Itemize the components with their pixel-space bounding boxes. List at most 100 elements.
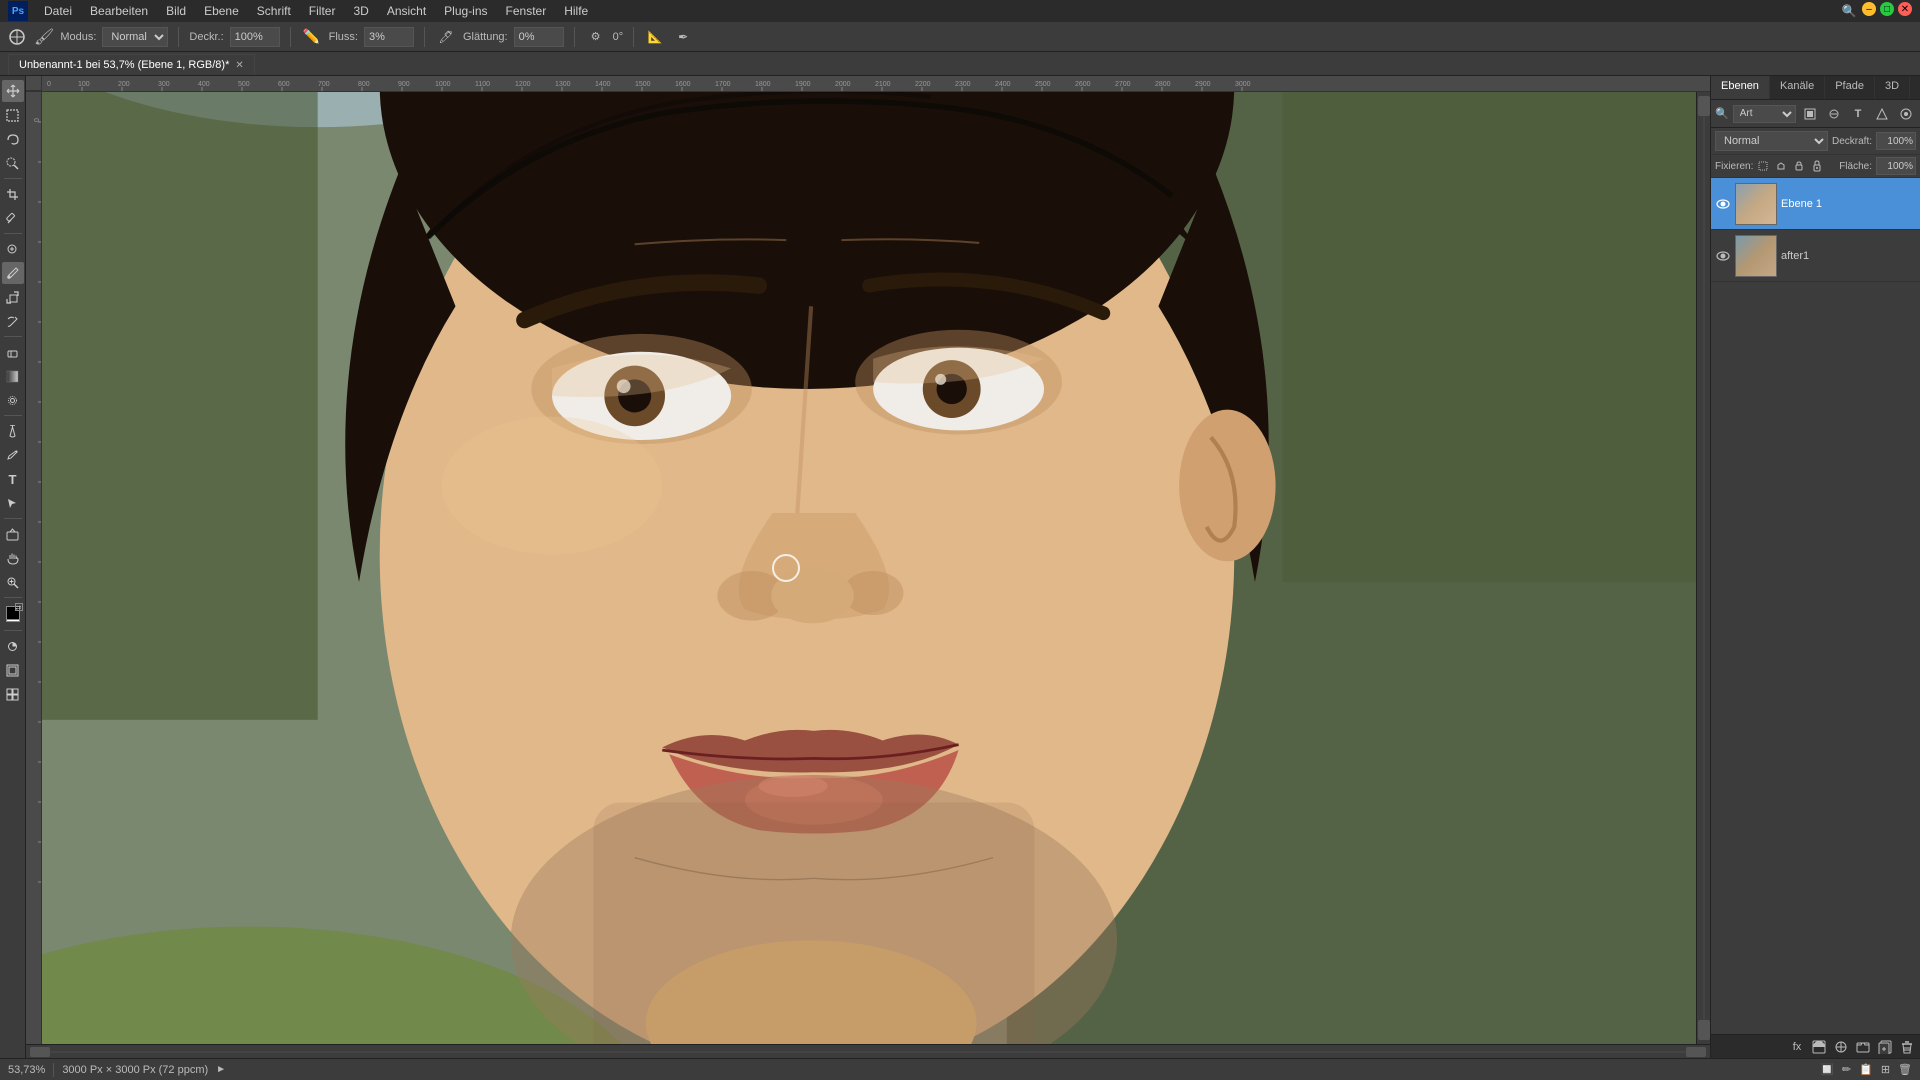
menu-item-ebene[interactable]: Ebene (196, 2, 247, 20)
svg-text:1200: 1200 (515, 81, 531, 88)
main-canvas[interactable] (42, 92, 1696, 1044)
mode-select[interactable]: Normal (102, 27, 168, 47)
text-tool[interactable]: T (2, 468, 24, 490)
fill-input[interactable] (1876, 157, 1916, 175)
filter-smart-icon[interactable] (1896, 104, 1916, 124)
horizontal-scrollbar[interactable] (26, 1044, 1710, 1058)
status-icon-2[interactable]: ✏ (1842, 1063, 1851, 1076)
layer-visibility-after1[interactable] (1715, 248, 1731, 264)
blur-tool[interactable] (2, 389, 24, 411)
layer-mask-button[interactable] (1810, 1038, 1828, 1056)
pressure-icon[interactable]: 📐 (644, 26, 666, 48)
menu-item-fenster[interactable]: Fenster (498, 2, 555, 20)
layers-filter-select[interactable]: Art (1733, 105, 1796, 123)
tab-channels[interactable]: Kanäle (1770, 76, 1825, 99)
crop-tool[interactable] (2, 183, 24, 205)
shape-tool[interactable] (2, 523, 24, 545)
menu-item-3d[interactable]: 3D (345, 2, 376, 20)
layer-item-ebene1[interactable]: Ebene 1 (1711, 178, 1920, 230)
status-icon-3[interactable]: 📋 (1859, 1063, 1873, 1076)
status-icon-5[interactable]: 🗑 (1898, 1063, 1912, 1076)
menu-item-bearbeiten[interactable]: Bearbeiten (82, 2, 156, 20)
color-selector[interactable]: ⇄ (2, 602, 24, 626)
lasso-tool[interactable] (2, 128, 24, 150)
status-icon-4[interactable]: ⊞ (1881, 1063, 1890, 1076)
screen-mode-tool[interactable] (2, 659, 24, 681)
gradient-tool[interactable] (2, 365, 24, 387)
move-tool[interactable] (2, 80, 24, 102)
clone-tool[interactable] (2, 286, 24, 308)
menu-item-datei[interactable]: Datei (36, 2, 80, 20)
layer-fx-button[interactable]: fx (1788, 1038, 1806, 1056)
lock-transparent-btn[interactable] (1755, 158, 1771, 174)
svg-text:0: 0 (47, 81, 51, 88)
flow-input[interactable] (364, 27, 414, 47)
separator-5 (633, 27, 634, 47)
zoom-tool[interactable] (2, 571, 24, 593)
panel-tabs: Ebenen Kanäle Pfade 3D (1711, 76, 1920, 100)
pen-tool[interactable] (2, 444, 24, 466)
minimize-button[interactable]: – (1862, 2, 1876, 16)
menu-item-plugins[interactable]: Plug-ins (436, 2, 495, 20)
tab-layers[interactable]: Ebenen (1711, 76, 1770, 99)
search-icon[interactable]: 🔍 (1840, 2, 1858, 20)
opacity-label: Deckraft: (1832, 136, 1872, 147)
tool-separator-6 (4, 597, 22, 598)
size-input[interactable] (230, 27, 280, 47)
brush-size-icon: 🖌 (34, 27, 54, 47)
status-arrow-icon[interactable]: ► (216, 1064, 226, 1075)
settings-icon[interactable]: ⚙ (585, 26, 607, 48)
menu-item-bild[interactable]: Bild (158, 2, 194, 20)
hand-tool[interactable] (2, 547, 24, 569)
dodge-tool[interactable] (2, 420, 24, 442)
filter-pixel-icon[interactable] (1800, 104, 1820, 124)
close-button[interactable]: ✕ (1898, 2, 1912, 16)
path-select-tool[interactable] (2, 492, 24, 514)
eraser-tool[interactable] (2, 341, 24, 363)
brush-tool[interactable] (2, 262, 24, 284)
opacity-input[interactable] (1876, 132, 1916, 150)
vertical-scrollbar[interactable] (1696, 92, 1710, 1044)
filter-shape-icon[interactable] (1872, 104, 1892, 124)
spot-heal-tool[interactable] (2, 238, 24, 260)
eyedropper-tool[interactable] (2, 207, 24, 229)
smoothing-input[interactable] (514, 27, 564, 47)
menu-item-hilfe[interactable]: Hilfe (556, 2, 596, 20)
new-group-button[interactable] (1854, 1038, 1872, 1056)
svg-text:3000: 3000 (1235, 81, 1251, 88)
blend-mode-select[interactable]: Normal Multiplizieren Bildschirm (1715, 131, 1828, 151)
layers-list: Ebene 1 after1 (1711, 178, 1920, 1034)
tab-paths[interactable]: Pfade (1825, 76, 1875, 99)
lock-all-btn[interactable] (1809, 158, 1825, 174)
status-icon-1[interactable]: 🔲 (1820, 1063, 1834, 1076)
layer-visibility-ebene1[interactable] (1715, 196, 1731, 212)
filter-adjust-icon[interactable] (1824, 104, 1844, 124)
svg-text:1100: 1100 (475, 81, 490, 88)
stylus-icon[interactable]: ✒ (672, 26, 694, 48)
quick-select-tool[interactable] (2, 152, 24, 174)
menu-item-schrift[interactable]: Schrift (249, 2, 299, 20)
tab-bar: Unbenannt-1 bei 53,7% (Ebene 1, RGB/8)* … (0, 52, 1920, 76)
lock-image-btn[interactable] (1773, 158, 1789, 174)
svg-text:1000: 1000 (435, 81, 451, 88)
layer-item-after1[interactable]: after1 (1711, 230, 1920, 282)
history-brush-tool[interactable] (2, 310, 24, 332)
options-icon-1[interactable]: ✏️ (301, 26, 323, 48)
new-layer-button[interactable] (1876, 1038, 1894, 1056)
select-rect-tool[interactable] (2, 104, 24, 126)
delete-layer-button[interactable] (1898, 1038, 1916, 1056)
extra-tool[interactable] (2, 683, 24, 705)
svg-text:2900: 2900 (1195, 81, 1211, 88)
document-tab[interactable]: Unbenannt-1 bei 53,7% (Ebene 1, RGB/8)* … (8, 54, 255, 75)
layer-adjustment-button[interactable] (1832, 1038, 1850, 1056)
menu-item-filter[interactable]: Filter (301, 2, 344, 20)
tab-close-button[interactable]: ✕ (235, 60, 243, 71)
options-icon-2[interactable]: 🖊 (435, 26, 457, 48)
restore-button[interactable]: □ (1880, 2, 1894, 16)
tab-3d[interactable]: 3D (1875, 76, 1910, 99)
quick-mask-tool[interactable] (2, 635, 24, 657)
menu-item-ansicht[interactable]: Ansicht (379, 2, 434, 20)
lock-position-btn[interactable] (1791, 158, 1807, 174)
filter-text-icon[interactable]: T (1848, 104, 1868, 124)
workspace: T (0, 76, 1920, 1058)
